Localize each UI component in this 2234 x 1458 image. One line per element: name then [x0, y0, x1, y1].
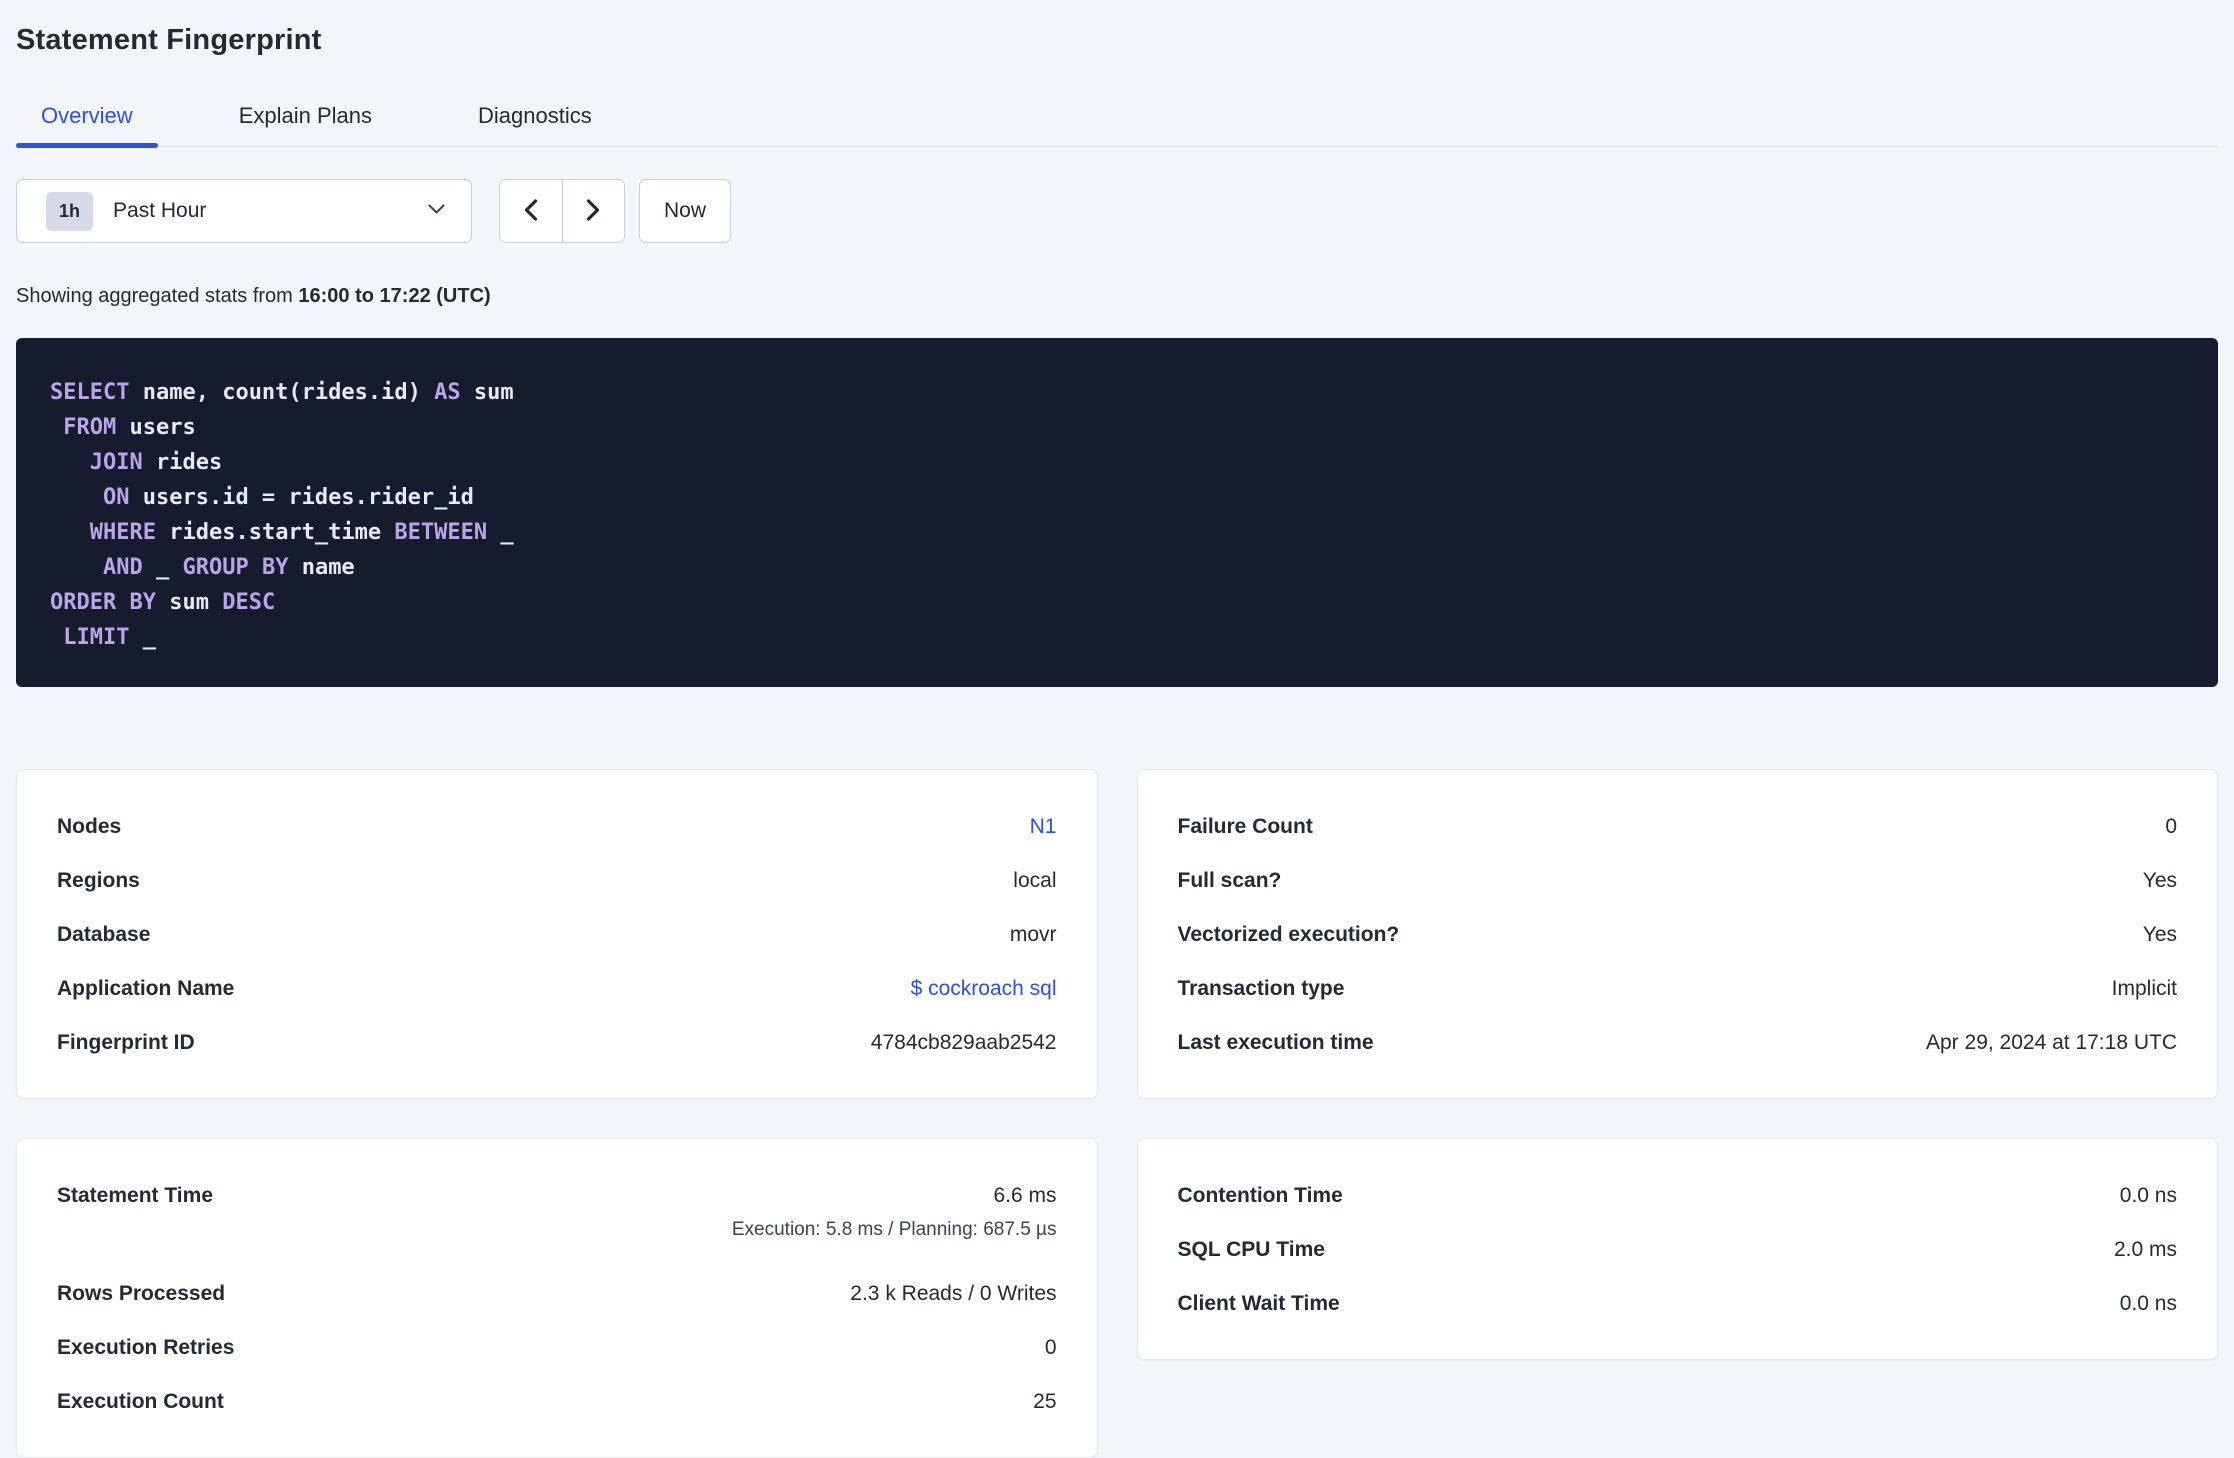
detail-label: Last execution time	[1177, 1031, 1374, 1054]
detail-row-fingerprint-id: Fingerprint ID 4784cb829aab2542	[57, 1016, 1057, 1070]
detail-row-database: Database movr	[57, 908, 1057, 962]
now-button[interactable]: Now	[639, 179, 731, 243]
detail-row-nodes: Nodes N1	[57, 800, 1057, 854]
next-interval-button[interactable]	[562, 180, 624, 242]
detail-label: Full scan?	[1177, 869, 1282, 892]
detail-value: 0	[2165, 815, 2177, 838]
stat-subvalue: Execution: 5.8 ms / Planning: 687.5 µs	[731, 1219, 1057, 1240]
stats-caption-range: 16:00 to 17:22 (UTC)	[298, 285, 491, 307]
stat-row-execution-retries: Execution Retries 0	[57, 1321, 1057, 1375]
application-name-link[interactable]: $ cockroach sql	[911, 976, 1057, 1002]
sql-statement-box: SELECT name, count(rides.id) AS sum FROM…	[16, 338, 2218, 687]
detail-label: Regions	[57, 869, 140, 892]
detail-value: Yes	[2142, 923, 2177, 946]
detail-row-regions: Regions local	[57, 854, 1057, 908]
detail-row-application-name: Application Name $ cockroach sql	[57, 962, 1057, 1016]
detail-label: Nodes	[57, 815, 122, 838]
detail-value: local	[1013, 869, 1057, 892]
time-interval-badge: 1h	[46, 191, 94, 231]
detail-value: Apr 29, 2024 at 17:18 UTC	[1926, 1031, 2177, 1054]
detail-value: movr	[1009, 923, 1057, 946]
stat-label: Client Wait Time	[1177, 1292, 1340, 1315]
details-cards-row: Nodes N1 Regions local Database movr App…	[16, 769, 2218, 1099]
stats-cards-row: Statement Time 6.6 ms Execution: 5.8 ms …	[16, 1138, 2218, 1458]
tab-overview[interactable]: Overview	[16, 103, 158, 148]
detail-label: Failure Count	[1177, 815, 1313, 838]
detail-row-failure-count: Failure Count 0	[1178, 800, 2178, 854]
detail-row-full-scan: Full scan? Yes	[1178, 854, 2178, 908]
detail-label: Fingerprint ID	[57, 1031, 195, 1054]
tab-explain-plans[interactable]: Explain Plans	[214, 103, 397, 146]
detail-row-transaction-type: Transaction type Implicit	[1178, 962, 2178, 1016]
stat-label: Statement Time	[57, 1184, 213, 1207]
previous-interval-button[interactable]	[500, 180, 563, 242]
time-step-buttons	[499, 179, 625, 243]
stat-value: 2.0 ms	[2113, 1238, 2177, 1261]
statement-fingerprint-page: Statement Fingerprint Overview Explain P…	[0, 0, 2234, 1458]
chevron-left-icon	[523, 198, 538, 225]
execution-attributes-card: Failure Count 0 Full scan? Yes Vectorize…	[1136, 769, 2218, 1099]
stats-caption-prefix: Showing aggregated stats from	[16, 285, 299, 307]
detail-value: 4784cb829aab2542	[870, 1031, 1057, 1054]
tab-diagnostics[interactable]: Diagnostics	[453, 103, 617, 146]
sql-statement-code: SELECT name, count(rides.id) AS sum FROM…	[50, 380, 514, 650]
stat-row-contention-time: Contention Time 0.0 ns	[1178, 1169, 2178, 1223]
detail-row-last-execution-time: Last execution time Apr 29, 2024 at 17:1…	[1178, 1016, 2178, 1070]
detail-label: Application Name	[57, 977, 235, 1000]
page-title: Statement Fingerprint	[16, 24, 322, 56]
stat-value: 6.6 ms	[993, 1184, 1057, 1207]
detail-label: Vectorized execution?	[1177, 923, 1400, 946]
stat-value: 0.0 ns	[2119, 1184, 2177, 1207]
stat-label: Execution Retries	[57, 1336, 235, 1359]
time-interval-label: Past Hour	[113, 199, 207, 222]
time-controls: 1h Past Hour Now	[16, 179, 2218, 243]
chevron-down-icon	[428, 202, 445, 220]
stat-label: SQL CPU Time	[1177, 1238, 1325, 1261]
stat-label: Execution Count	[57, 1390, 224, 1413]
detail-label: Transaction type	[1177, 977, 1345, 1000]
time-stats-card: Contention Time 0.0 ns SQL CPU Time 2.0 …	[1136, 1138, 2218, 1360]
stats-caption: Showing aggregated stats from 16:00 to 1…	[16, 285, 2218, 308]
detail-value: Yes	[2142, 869, 2177, 892]
detail-label: Database	[57, 923, 151, 946]
stat-value: 2.3 k Reads / 0 Writes	[850, 1282, 1057, 1305]
stat-value: 0.0 ns	[2119, 1292, 2177, 1315]
stat-row-statement-time: Statement Time 6.6 ms Execution: 5.8 ms …	[57, 1169, 1057, 1267]
nodes-link[interactable]: N1	[1030, 814, 1057, 840]
detail-value: Implicit	[2111, 977, 2177, 1000]
stat-row-rows-processed: Rows Processed 2.3 k Reads / 0 Writes	[57, 1267, 1057, 1321]
stat-value: 0	[1044, 1336, 1057, 1359]
stat-value: 25	[1033, 1390, 1057, 1413]
statement-details-card: Nodes N1 Regions local Database movr App…	[16, 769, 1098, 1099]
stat-label: Rows Processed	[57, 1282, 226, 1305]
time-interval-dropdown[interactable]: 1h Past Hour	[16, 179, 472, 243]
statement-stats-card: Statement Time 6.6 ms Execution: 5.8 ms …	[16, 1138, 1098, 1458]
stat-row-execution-count: Execution Count 25	[57, 1375, 1057, 1429]
tab-bar: Overview Explain Plans Diagnostics	[16, 103, 2218, 148]
stat-row-client-wait-time: Client Wait Time 0.0 ns	[1178, 1277, 2178, 1331]
chevron-right-icon	[586, 198, 601, 225]
stat-label: Contention Time	[1177, 1184, 1343, 1207]
stat-row-sql-cpu-time: SQL CPU Time 2.0 ms	[1178, 1223, 2178, 1277]
detail-row-vectorized-execution: Vectorized execution? Yes	[1178, 908, 2178, 962]
